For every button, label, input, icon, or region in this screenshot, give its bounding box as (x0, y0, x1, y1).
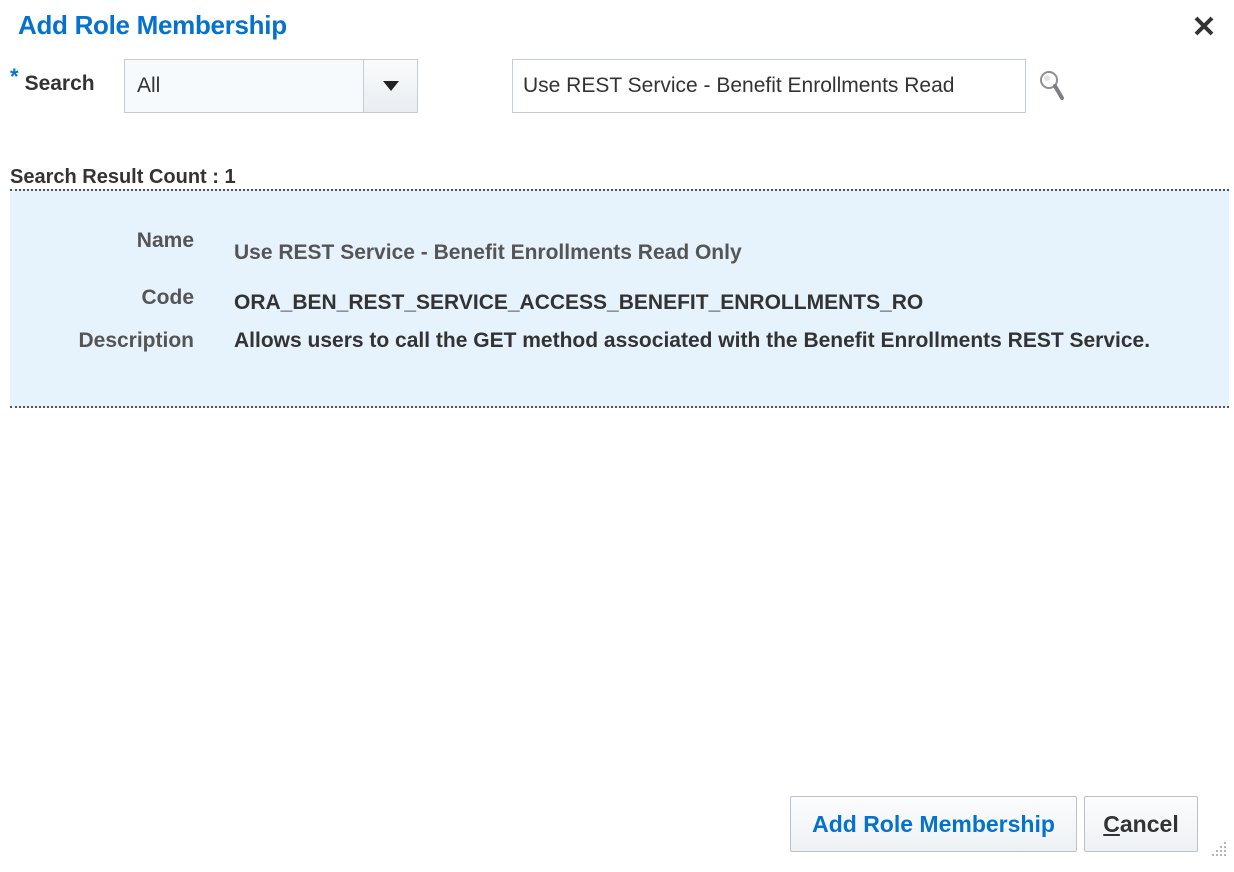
search-icon[interactable] (1038, 68, 1068, 104)
description-label: Description (78, 329, 194, 352)
dialog-title: Add Role Membership (18, 10, 287, 40)
resize-grip-icon[interactable] (1210, 840, 1228, 858)
search-category-select[interactable]: All (124, 59, 418, 113)
code-value: ORA_BEN_REST_SERVICE_ACCESS_BENEFIT_ENRO… (234, 291, 924, 314)
search-label: * Search (10, 64, 95, 96)
search-result-count: Search Result Count : 1 (10, 166, 236, 188)
search-input[interactable] (512, 59, 1026, 113)
close-icon[interactable] (1188, 10, 1220, 42)
chevron-down-icon (383, 81, 399, 91)
cancel-accesskey: C (1103, 810, 1120, 837)
name-label: Name (136, 229, 194, 252)
cancel-button[interactable]: Cancel (1084, 796, 1198, 852)
cancel-label-rest: ancel (1119, 810, 1179, 837)
add-role-membership-dialog: Add Role Membership *Search All Search R… (0, 0, 1234, 872)
search-category-value: All (137, 74, 161, 97)
name-value: Use REST Service - Benefit Enrollments R… (234, 241, 742, 264)
add-role-membership-button[interactable]: Add Role Membership (790, 796, 1077, 852)
code-label: Code (141, 286, 195, 309)
description-value: Allows users to call the GET method asso… (234, 329, 1151, 352)
dropdown-button[interactable] (363, 60, 417, 112)
search-label-text: Search (24, 72, 95, 95)
required-marker: * (10, 64, 19, 89)
search-result-row[interactable]: Name Use REST Service - Benefit Enrollme… (10, 189, 1229, 408)
